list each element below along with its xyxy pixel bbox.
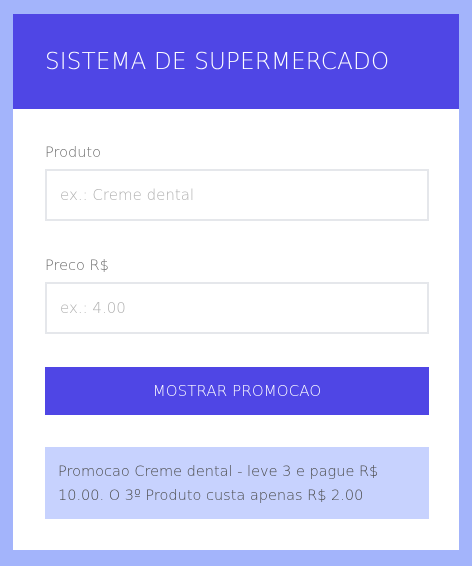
preco-input[interactable] bbox=[45, 282, 429, 334]
promo-result: Promocao Creme dental - leve 3 e pague R… bbox=[45, 447, 429, 519]
app-card: SISTEMA DE SUPERMERCADO Produto Preco R$… bbox=[13, 14, 459, 550]
produto-input[interactable] bbox=[45, 169, 429, 221]
produto-label: Produto bbox=[45, 145, 101, 161]
preco-label: Preco R$ bbox=[45, 258, 109, 274]
promo-form: Produto Preco R$ MOSTRAR PROMOCAO Promoc… bbox=[13, 145, 459, 519]
app-header: SISTEMA DE SUPERMERCADO bbox=[13, 14, 459, 109]
mostrar-promocao-button[interactable]: MOSTRAR PROMOCAO bbox=[45, 367, 429, 415]
app-title: SISTEMA DE SUPERMERCADO bbox=[45, 48, 390, 75]
